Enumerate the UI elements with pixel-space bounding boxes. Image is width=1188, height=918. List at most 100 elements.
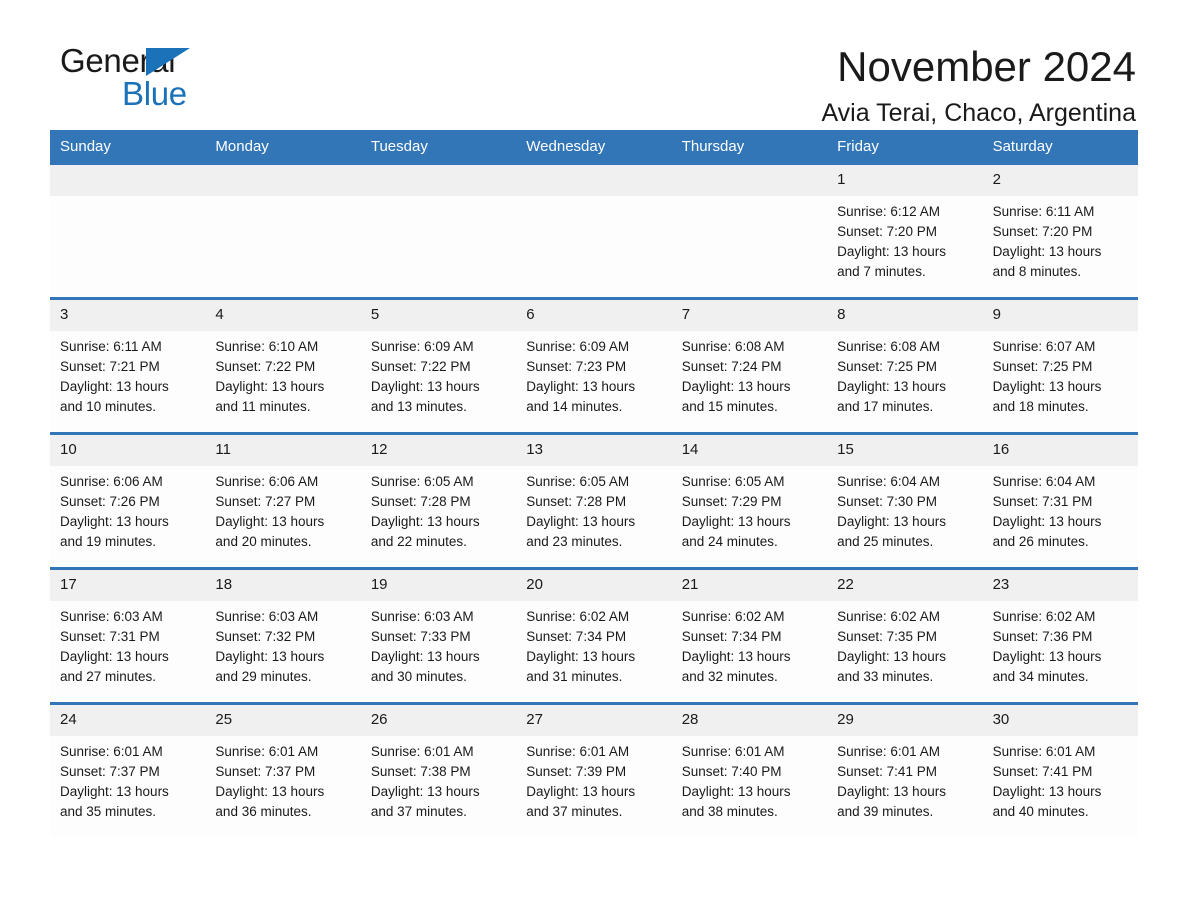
calendar-day-cell[interactable]: 6 Sunrise: 6:09 AM Sunset: 7:23 PM Daylight… xyxy=(516,300,672,432)
sunset-text: Sunset: 7:20 PM xyxy=(992,224,1093,239)
calendar-day-cell[interactable]: 4 Sunrise: 6:10 AM Sunset: 7:22 PM Daylight… xyxy=(205,300,361,432)
calendar-day-cell[interactable]: 7 Sunrise: 6:08 AM Sunset: 7:24 PM Daylight… xyxy=(671,300,828,432)
sunset-text: Sunset: 7:31 PM xyxy=(992,494,1093,509)
calendar-table: Sunday Monday Tuesday Wednesday Thursday… xyxy=(50,130,1138,837)
weekday-saturday: Saturday xyxy=(992,138,1053,155)
day-details: Sunrise: 6:02 AM Sunset: 7:34 PM Daylight:… xyxy=(672,601,827,687)
sunrise-text: Sunrise: 6:06 AM xyxy=(60,474,163,489)
daylight-text-line2: and 18 minutes. xyxy=(992,399,1089,414)
daylight-text-line2: and 35 minutes. xyxy=(60,804,157,819)
sunrise-text: Sunrise: 6:04 AM xyxy=(992,474,1096,489)
calendar-day-cell[interactable]: 30 Sunrise: 6:01 AM Sunset: 7:41 PM Dayligh… xyxy=(982,705,1138,837)
daylight-text-line2: and 23 minutes. xyxy=(526,534,623,549)
calendar-day-cell[interactable]: 5 Sunrise: 6:09 AM Sunset: 7:22 PM Daylight… xyxy=(360,300,517,432)
day-details: Sunrise: 6:03 AM Sunset: 7:31 PM Daylight:… xyxy=(50,601,205,687)
calendar-day-cell[interactable]: 21 Sunrise: 6:02 AM Sunset: 7:34 PM Dayligh… xyxy=(671,570,828,702)
daylight-text-line1: Daylight: 13 hours xyxy=(215,379,325,394)
daylight-text-line1: Daylight: 13 hours xyxy=(837,784,946,799)
calendar-day-cell[interactable]: 14 Sunrise: 6:05 AM Sunset: 7:29 PM Dayligh… xyxy=(671,435,828,567)
daylight-text-line2: and 24 minutes. xyxy=(681,534,778,549)
day-details: Sunrise: 6:03 AM Sunset: 7:33 PM Daylight:… xyxy=(361,601,516,687)
calendar-day-cell[interactable]: 8 Sunrise: 6:08 AM Sunset: 7:25 PM Daylight… xyxy=(827,300,983,432)
daylight-text-line1: Daylight: 13 hours xyxy=(681,784,791,799)
calendar-day-cell[interactable]: 16 Sunrise: 6:04 AM Sunset: 7:31 PM Dayligh… xyxy=(982,435,1138,567)
triangle-icon xyxy=(146,48,190,76)
sunset-text: Sunset: 7:34 PM xyxy=(526,629,627,644)
sunrise-text: Sunrise: 6:01 AM xyxy=(370,744,474,759)
sunset-text: Sunset: 7:39 PM xyxy=(526,764,627,779)
calendar-day-cell[interactable]: 20 Sunrise: 6:02 AM Sunset: 7:34 PM Dayligh… xyxy=(516,570,672,702)
calendar-week-row: 24 Sunrise: 6:01 AM Sunset: 7:37 PM Dayligh… xyxy=(50,702,1138,837)
sunrise-text: Sunrise: 6:03 AM xyxy=(370,609,474,624)
daylight-text-line2: and 37 minutes. xyxy=(370,804,467,819)
calendar-day-cell[interactable]: 28 Sunrise: 6:01 AM Sunset: 7:40 PM Dayligh… xyxy=(671,705,828,837)
day-details: Sunrise: 6:01 AM Sunset: 7:41 PM Daylight:… xyxy=(827,736,982,822)
sunset-text: Sunset: 7:27 PM xyxy=(215,494,316,509)
daylight-text-line1: Daylight: 13 hours xyxy=(370,514,480,529)
sunrise-text: Sunrise: 6:05 AM xyxy=(370,474,474,489)
day-number: 15 xyxy=(827,435,983,466)
calendar-day-cell[interactable]: 26 Sunrise: 6:01 AM Sunset: 7:38 PM Dayligh… xyxy=(360,705,517,837)
calendar-day-cell[interactable]: 9 Sunrise: 6:07 AM Sunset: 7:25 PM Daylight… xyxy=(982,300,1138,432)
sunset-text: Sunset: 7:20 PM xyxy=(837,224,937,239)
day-details: Sunrise: 6:04 AM Sunset: 7:30 PM Daylight:… xyxy=(827,466,982,552)
sunrise-text: Sunrise: 6:01 AM xyxy=(681,744,785,759)
calendar-day-cell[interactable]: 18 Sunrise: 6:03 AM Sunset: 7:32 PM Dayligh… xyxy=(205,570,361,702)
daylight-text-line2: and 15 minutes. xyxy=(681,399,778,414)
daylight-text-line2: and 7 minutes. xyxy=(837,264,926,279)
daylight-text-line2: and 32 minutes. xyxy=(681,669,778,684)
calendar-day-cell[interactable]: 10 Sunrise: 6:06 AM Sunset: 7:26 PM Dayligh… xyxy=(50,435,206,567)
sunrise-text: Sunrise: 6:08 AM xyxy=(681,339,785,354)
calendar-day-cell[interactable]: 11 Sunrise: 6:06 AM Sunset: 7:27 PM Dayligh… xyxy=(205,435,361,567)
calendar-weeks: 1 Sunrise: 6:12 AM Sunset: 7:20 PM Daylight… xyxy=(50,165,1138,837)
sunrise-text: Sunrise: 6:10 AM xyxy=(215,339,319,354)
day-number: 25 xyxy=(205,705,361,736)
calendar-day-cell[interactable]: 25 Sunrise: 6:01 AM Sunset: 7:37 PM Dayligh… xyxy=(205,705,361,837)
daylight-text-line2: and 10 minutes. xyxy=(60,399,157,414)
day-details: Sunrise: 6:04 AM Sunset: 7:31 PM Daylight:… xyxy=(983,466,1138,552)
calendar-day-cell[interactable]: 27 Sunrise: 6:01 AM Sunset: 7:39 PM Dayligh… xyxy=(516,705,672,837)
calendar-day-cell[interactable]: 1 Sunrise: 6:12 AM Sunset: 7:20 PM Daylight… xyxy=(827,165,983,297)
calendar-day-cell[interactable]: 13 Sunrise: 6:05 AM Sunset: 7:28 PM Dayligh… xyxy=(516,435,672,567)
day-number: 21 xyxy=(671,570,828,601)
daylight-text-line2: and 37 minutes. xyxy=(526,804,623,819)
calendar-day-cell[interactable]: 15 Sunrise: 6:04 AM Sunset: 7:30 PM Dayligh… xyxy=(827,435,983,567)
day-number: 8 xyxy=(827,300,983,331)
weekday-monday: Monday xyxy=(215,138,269,155)
daylight-text-line2: and 29 minutes. xyxy=(215,669,312,684)
day-number: 14 xyxy=(671,435,828,466)
daylight-text-line2: and 30 minutes. xyxy=(370,669,467,684)
sunrise-text: Sunrise: 6:09 AM xyxy=(370,339,474,354)
calendar-day-cell[interactable]: 23 Sunrise: 6:02 AM Sunset: 7:36 PM Dayligh… xyxy=(982,570,1138,702)
calendar-day-cell[interactable]: 3 Sunrise: 6:11 AM Sunset: 7:21 PM Daylight… xyxy=(50,300,206,432)
daylight-text-line1: Daylight: 13 hours xyxy=(992,784,1102,799)
calendar-day-cell[interactable]: 22 Sunrise: 6:02 AM Sunset: 7:35 PM Dayligh… xyxy=(827,570,983,702)
daylight-text-line2: and 34 minutes. xyxy=(992,669,1089,684)
day-details: Sunrise: 6:01 AM Sunset: 7:38 PM Daylight:… xyxy=(361,736,516,822)
sunset-text: Sunset: 7:21 PM xyxy=(60,359,160,374)
day-number: 2 xyxy=(982,165,1138,196)
day-details: Sunrise: 6:01 AM Sunset: 7:37 PM Daylight:… xyxy=(50,736,205,822)
calendar-week-row: 3 Sunrise: 6:11 AM Sunset: 7:21 PM Daylight… xyxy=(50,297,1138,432)
daylight-text-line2: and 40 minutes. xyxy=(992,804,1089,819)
day-details: Sunrise: 6:11 AM Sunset: 7:21 PM Daylight:… xyxy=(50,331,205,417)
daylight-text-line2: and 20 minutes. xyxy=(215,534,312,549)
daylight-text-line2: and 39 minutes. xyxy=(837,804,934,819)
weekday-wednesday: Wednesday xyxy=(526,138,606,155)
calendar-day-cell[interactable]: 24 Sunrise: 6:01 AM Sunset: 7:37 PM Dayligh… xyxy=(50,705,206,837)
calendar-cell-empty xyxy=(360,165,517,297)
calendar-day-cell[interactable]: 17 Sunrise: 6:03 AM Sunset: 7:31 PM Dayligh… xyxy=(50,570,206,702)
sunrise-text: Sunrise: 6:04 AM xyxy=(837,474,940,489)
daylight-text-line1: Daylight: 13 hours xyxy=(215,514,325,529)
sunrise-text: Sunrise: 6:01 AM xyxy=(60,744,163,759)
calendar-day-cell[interactable]: 19 Sunrise: 6:03 AM Sunset: 7:33 PM Dayligh… xyxy=(360,570,517,702)
daylight-text-line1: Daylight: 13 hours xyxy=(526,784,636,799)
daylight-text-line1: Daylight: 13 hours xyxy=(837,649,946,664)
day-number: 10 xyxy=(50,435,206,466)
calendar-day-cell[interactable]: 2 Sunrise: 6:11 AM Sunset: 7:20 PM Daylight… xyxy=(982,165,1138,297)
calendar-day-cell[interactable]: 29 Sunrise: 6:01 AM Sunset: 7:41 PM Dayligh… xyxy=(827,705,983,837)
calendar-day-cell[interactable]: 12 Sunrise: 6:05 AM Sunset: 7:28 PM Dayligh… xyxy=(360,435,517,567)
daylight-text-line1: Daylight: 13 hours xyxy=(370,784,480,799)
day-number: 6 xyxy=(516,300,672,331)
brand-logo[interactable]: General Blue xyxy=(50,44,230,112)
